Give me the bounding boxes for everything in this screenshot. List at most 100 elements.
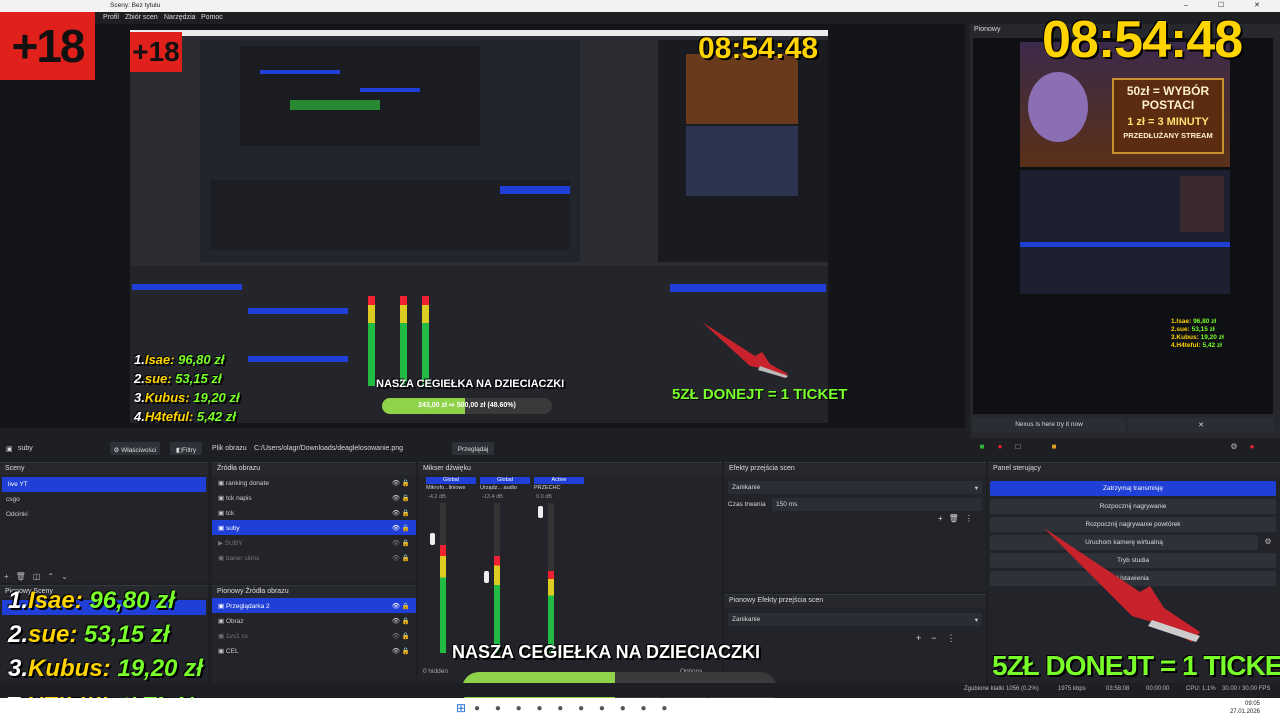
filters-button[interactable]: ◧Filtry xyxy=(170,442,202,455)
vertical-preview-panel: Pionowy 50zł = WYBÓR POSTACI 1 zł = 3 MI… xyxy=(970,24,1280,438)
record-indicator-icon[interactable]: ● xyxy=(995,442,1005,452)
vertical-source-item-1vs1[interactable]: ▣ 1vs1 cs 👁 🔒 xyxy=(212,628,416,643)
vertical-source-item-browser[interactable]: ▣ Przeglądarka 2 👁 🔒 xyxy=(212,598,416,613)
close-icon[interactable]: ✕ xyxy=(1128,418,1274,432)
transition-select[interactable]: Zanikanie ▾ xyxy=(728,481,982,494)
vertical-canvas[interactable]: 50zł = WYBÓR POSTACI 1 zł = 3 MINUTY PRZ… xyxy=(973,38,1273,414)
source-item-tck[interactable]: ▣ tck 👁 🔒 xyxy=(212,505,416,520)
start-recording-button[interactable]: Rozpocznij nagrywanie xyxy=(990,499,1276,514)
nested-goal-bar: 243,00 zł ⇨ 500,00 zł (48.60%) xyxy=(382,398,552,414)
vertical-source-item-obraz[interactable]: ▣ Obraz 👁 🔒 xyxy=(212,613,416,628)
mixer-title: Mikser dźwięku xyxy=(418,463,722,475)
cpu-usage: CPU: 1.1% xyxy=(1186,686,1216,692)
mixer-meter-track xyxy=(494,503,500,653)
folder-icon[interactable]: ■ xyxy=(1049,442,1059,452)
mixer-fader-handle[interactable] xyxy=(538,506,543,518)
image-file-label: Plik obrazu xyxy=(212,445,247,452)
mixer-channel-name[interactable]: Urządz... audio xyxy=(480,485,530,491)
square-icon[interactable]: □ xyxy=(1013,442,1023,452)
mixer-meter-fill xyxy=(440,545,446,653)
source-item-ranking[interactable]: ▣ ranking donate 👁 🔒 xyxy=(212,475,416,490)
duration-label: Czas trwania xyxy=(728,501,766,508)
vertical-donor-list: 1.Isae: 96,80 zł 2.sue: 53,15 zł 3.Kubus… xyxy=(1171,318,1224,349)
scenes-footer-controls[interactable]: +🗑◫⌃⌄ xyxy=(4,572,75,581)
source-item-suby-upper[interactable]: ▶ SUBY 👁 🔒 xyxy=(212,535,416,550)
mixer-channel-name[interactable]: PRZECHC xyxy=(534,485,584,491)
nexus-promo[interactable]: Nexus is here try it now xyxy=(973,418,1125,432)
source-name: suby xyxy=(18,445,33,452)
duration-input[interactable]: 150 ms xyxy=(772,498,982,511)
mixer-channel-tag: Global xyxy=(426,477,476,484)
nested-clock: 08:54:48 xyxy=(698,32,819,65)
mixer-hidden-count: 0 hidden xyxy=(423,668,448,675)
nested-age-badge: +18 xyxy=(130,32,182,72)
scenes-title: Sceny xyxy=(0,463,208,475)
window-controls[interactable]: – ☐ ✕ xyxy=(1184,1,1274,9)
live-icon[interactable]: ● xyxy=(1247,442,1257,452)
mixer-channel-tag: Active xyxy=(534,477,584,484)
properties-button[interactable]: ⚙ Właściwości xyxy=(110,442,160,455)
menu-profile[interactable]: Profil xyxy=(103,14,119,21)
nested-goal-title: NASZA CEGIEŁKA NA DZIECIACZKI xyxy=(376,378,565,390)
sources-dock: Źródła obrazu ▣ ranking donate 👁 🔒 ▣ tck … xyxy=(212,462,416,583)
taskbar-clock[interactable]: 09:05 27.01.2026 xyxy=(1230,700,1260,716)
knife-overlay-large xyxy=(1044,528,1200,642)
live-time: 03:58:08 xyxy=(1106,686,1130,692)
gear-icon[interactable]: ⚙ xyxy=(1229,442,1239,452)
image-path-field[interactable]: C:/Users/olagr/Downloads/deaglelosowanie… xyxy=(254,445,403,452)
mixer-fader-handle[interactable] xyxy=(430,533,435,545)
donor-row-1: 1.Isae: 96,80 zł xyxy=(8,587,175,614)
source-icon: ▣ xyxy=(6,446,13,453)
taskbar-apps[interactable]: ● ● ● ● ● ● ● ● ● ● xyxy=(474,703,854,715)
controls-title: Panel sterujący xyxy=(988,463,1280,475)
mixer-channel: Global Urządz... audio -13.4 dB xyxy=(480,477,530,663)
source-item-baner-skins[interactable]: ▣ baner skins 👁 🔒 xyxy=(212,550,416,565)
vertical-sources-title: Pionowy Źródła obrazu xyxy=(212,586,416,598)
status-bar: Zgubione klatki 1056 (0.2%) 1975 kbps 03… xyxy=(0,683,1280,697)
virtual-camera-settings-icon[interactable]: ⚙ xyxy=(1263,537,1273,547)
browse-button[interactable]: Przeglądaj xyxy=(452,442,494,455)
vertical-sources-dock: Pionowy Źródła obrazu ▣ Przeglądarka 2 👁 … xyxy=(212,585,416,683)
vertical-toolbar: ■ ● □ ■ ⚙ ● xyxy=(973,440,1280,454)
mixer-channel-db: -4.2 dB xyxy=(428,494,446,500)
goal-title: NASZA CEGIEŁKA NA DZIECIACZKI xyxy=(452,642,760,662)
scene-item-csgo[interactable]: csgo xyxy=(0,492,208,507)
windows-start-icon[interactable]: ⊞ xyxy=(456,701,466,715)
mixer-channel-db: -13.4 dB xyxy=(482,494,503,500)
rec-time: 00:00:00 xyxy=(1146,686,1170,692)
stream-indicator-icon[interactable]: ■ xyxy=(977,442,987,452)
source-item-suby[interactable]: ▣ suby 👁 🔒 xyxy=(212,520,416,535)
mixer-channel: Active PRZECHC 0.0 dB xyxy=(534,477,584,663)
stop-stream-button[interactable]: Zatrzymaj transmisję xyxy=(990,481,1276,496)
vertical-transition-select[interactable]: Zanikanie ▾ xyxy=(728,613,982,626)
mixer-channel-name[interactable]: Mikrofo...liniowe xyxy=(426,485,476,491)
mixer-channel: Global Mikrofo...liniowe -4.2 dB xyxy=(426,477,476,663)
fps: 30.00 / 30.00 FPS xyxy=(1222,686,1271,692)
banner-line3: PRZEDŁUŻANY STREAM xyxy=(1123,131,1213,140)
source-item-tck-napis[interactable]: ▣ tck napis 👁 🔒 xyxy=(212,490,416,505)
nested-preview-level2 xyxy=(200,40,580,262)
taskbar: ⊞ ● ● ● ● ● ● ● ● ● ● 09:05 27.01.2026 xyxy=(0,698,1280,720)
mixer-meter-fill xyxy=(548,570,554,653)
scene-item-live-yt[interactable]: live YT xyxy=(2,477,206,492)
window-title: Sceny: Bez tytułu xyxy=(110,2,161,9)
mixer-meter-track xyxy=(548,503,554,653)
vertical-nested-obs xyxy=(1020,170,1230,294)
menu-tools[interactable]: Narzędzia xyxy=(164,14,196,21)
age-badge: +18 xyxy=(0,12,95,80)
character-art xyxy=(1028,72,1088,142)
transition-controls[interactable]: +🗑⋮ xyxy=(938,514,979,523)
vertical-panel-title: Pionowy xyxy=(974,26,1001,33)
nested-donor-leaderboard: 1.Isae: 96,80 zł 2.sue: 53,15 zł 3.Kubus… xyxy=(134,352,240,424)
scene-item-odcinki[interactable]: Odcinki xyxy=(0,507,208,522)
vertical-transition-controls[interactable]: +−⋮ xyxy=(916,633,966,644)
sources-title: Źródła obrazu xyxy=(212,463,416,475)
clock-overlay: 08:54:48 xyxy=(1042,11,1243,69)
menu-scene-collection[interactable]: Zbiór scen xyxy=(125,14,158,21)
mixer-fader-handle[interactable] xyxy=(484,570,489,583)
menu-help[interactable]: Pomoc xyxy=(201,14,223,21)
nested-donate-promo: 5ZŁ DONEJT = 1 TICKET xyxy=(672,386,848,403)
banner-line1: 50zł = WYBÓR POSTACI xyxy=(1126,84,1210,112)
dropped-frames: Zgubione klatki 1056 (0.2%) xyxy=(964,686,1039,692)
vertical-source-item-cel[interactable]: ▣ CEL 👁 🔒 xyxy=(212,643,416,658)
